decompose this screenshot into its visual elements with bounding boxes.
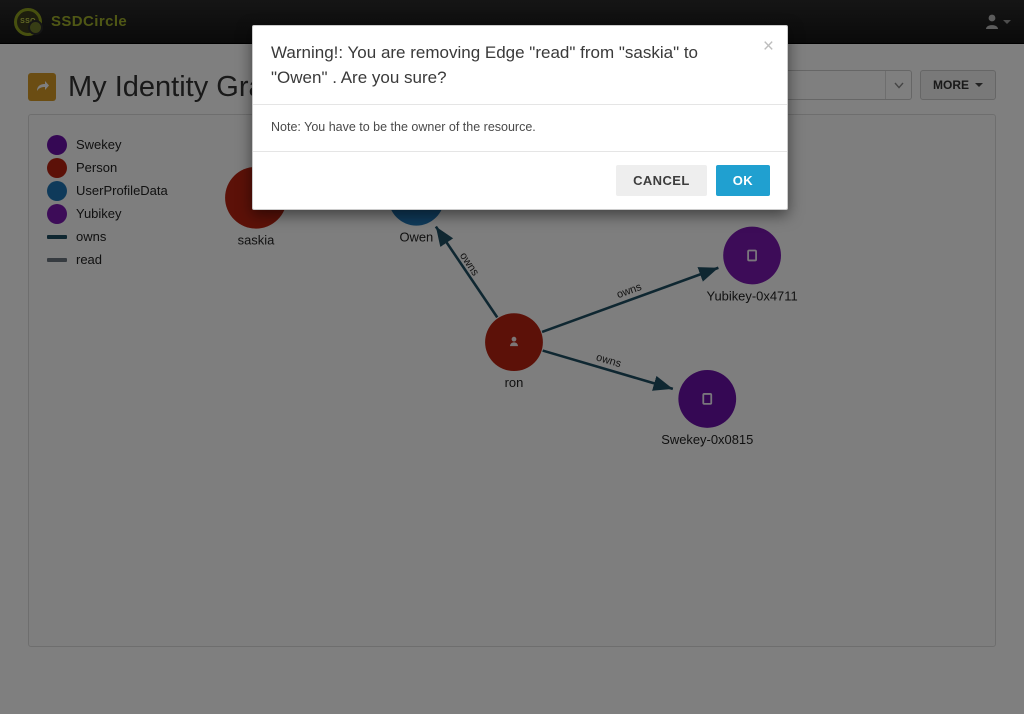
dialog-body: Note: You have to be the owner of the re… — [253, 105, 787, 152]
confirm-remove-edge-dialog: Warning!: You are removing Edge "read" f… — [252, 25, 788, 210]
close-x-icon[interactable]: × — [763, 37, 774, 56]
cancel-button[interactable]: CANCEL — [616, 165, 707, 196]
dialog-title: Warning!: You are removing Edge "read" f… — [271, 43, 699, 87]
dialog-footer: CANCEL OK — [253, 152, 787, 209]
ok-button[interactable]: OK — [715, 165, 770, 196]
dialog-header: Warning!: You are removing Edge "read" f… — [253, 26, 787, 105]
dialog-note: Note: You have to be the owner of the re… — [271, 120, 536, 134]
